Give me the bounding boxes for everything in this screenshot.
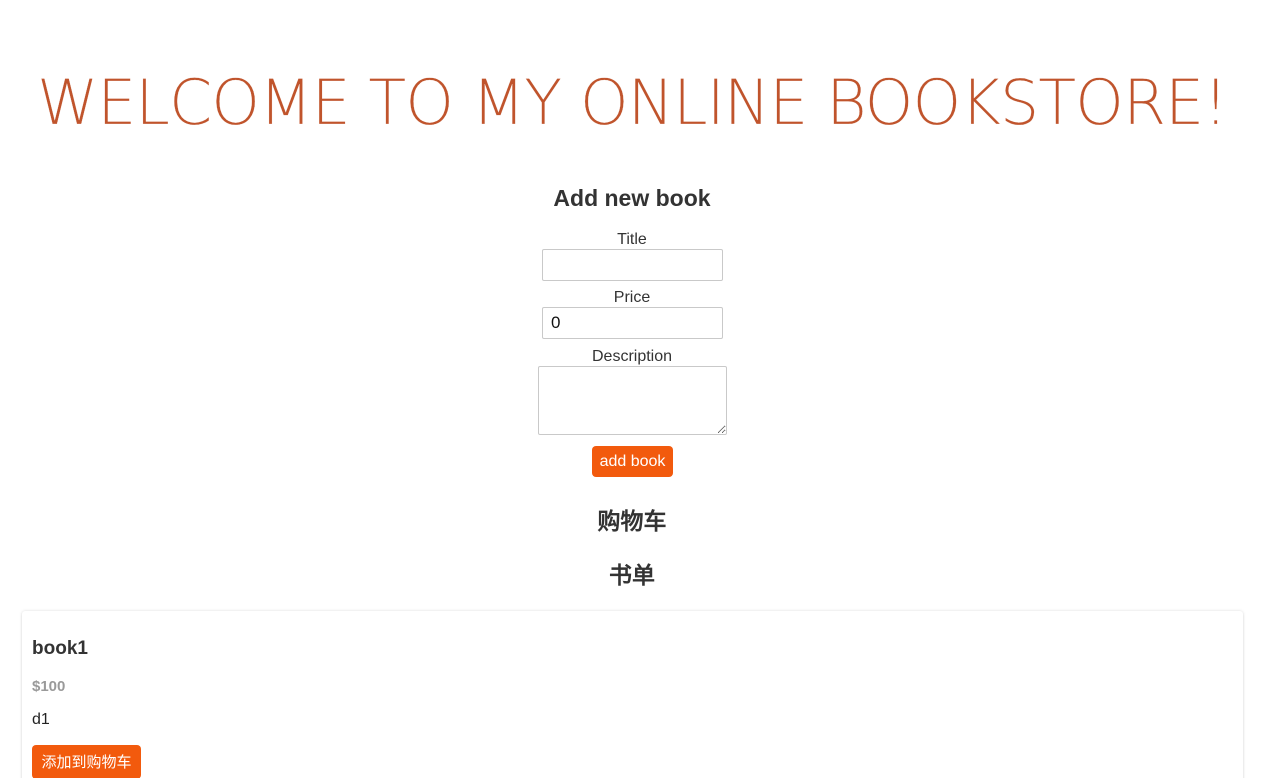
description-textarea[interactable]	[538, 366, 727, 435]
title-input[interactable]	[542, 249, 723, 281]
add-to-cart-button[interactable]: 添加到购物车	[32, 745, 141, 778]
add-book-button[interactable]: add book	[592, 446, 673, 477]
add-book-heading: Add new book	[553, 185, 711, 211]
book-list-heading: 书单	[609, 562, 655, 588]
book-title: book1	[32, 638, 88, 659]
book-description: d1	[32, 711, 50, 728]
book-price: $100	[32, 678, 66, 695]
description-label: Description	[591, 348, 673, 365]
page-title: WELCOME TO MY ONLINE BOOKSTORE!	[36, 66, 1228, 139]
cart-heading: 购物车	[597, 508, 667, 534]
price-label: Price	[613, 289, 651, 306]
title-label: Title	[617, 231, 647, 248]
price-input[interactable]	[542, 307, 723, 339]
book-card: book1 $100 d1 添加到购物车	[22, 611, 1243, 778]
bookstore-page: WELCOME TO MY ONLINE BOOKSTORE! Add new …	[0, 0, 1264, 778]
